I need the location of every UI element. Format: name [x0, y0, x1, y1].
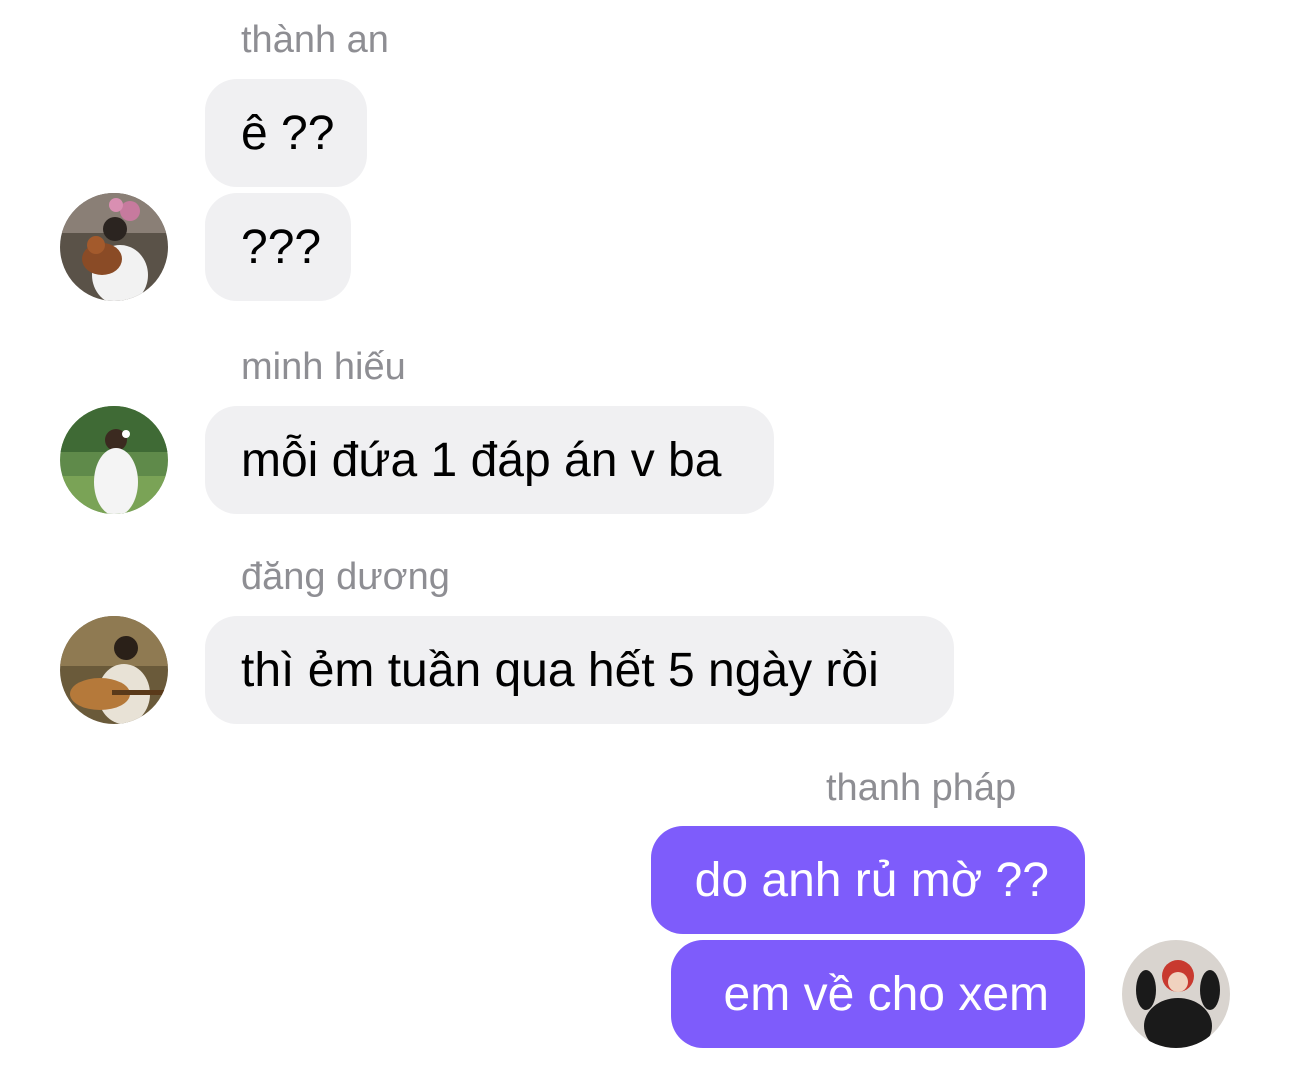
message-bubble[interactable]: ???: [205, 193, 351, 301]
message-bubble[interactable]: thì ẻm tuần qua hết 5 ngày rồi: [205, 616, 954, 724]
message-bubble[interactable]: mỗi đứa 1 đáp án v ba: [205, 406, 774, 514]
sender-name: minh hiếu: [241, 346, 406, 388]
person-holding-dog-icon[interactable]: [60, 193, 168, 301]
person-in-garden-icon[interactable]: [60, 406, 168, 514]
person-red-hair-icon[interactable]: [1122, 940, 1230, 1048]
message-bubble[interactable]: em về cho xem: [671, 940, 1085, 1048]
sender-name: thành an: [241, 19, 389, 61]
person-playing-guitar-icon[interactable]: [60, 616, 168, 724]
sender-name: thanh pháp: [826, 767, 1017, 809]
sender-name: đăng dương: [241, 556, 450, 598]
message-bubble[interactable]: do anh rủ mờ ??: [651, 826, 1085, 934]
message-bubble[interactable]: ê ??: [205, 79, 367, 187]
